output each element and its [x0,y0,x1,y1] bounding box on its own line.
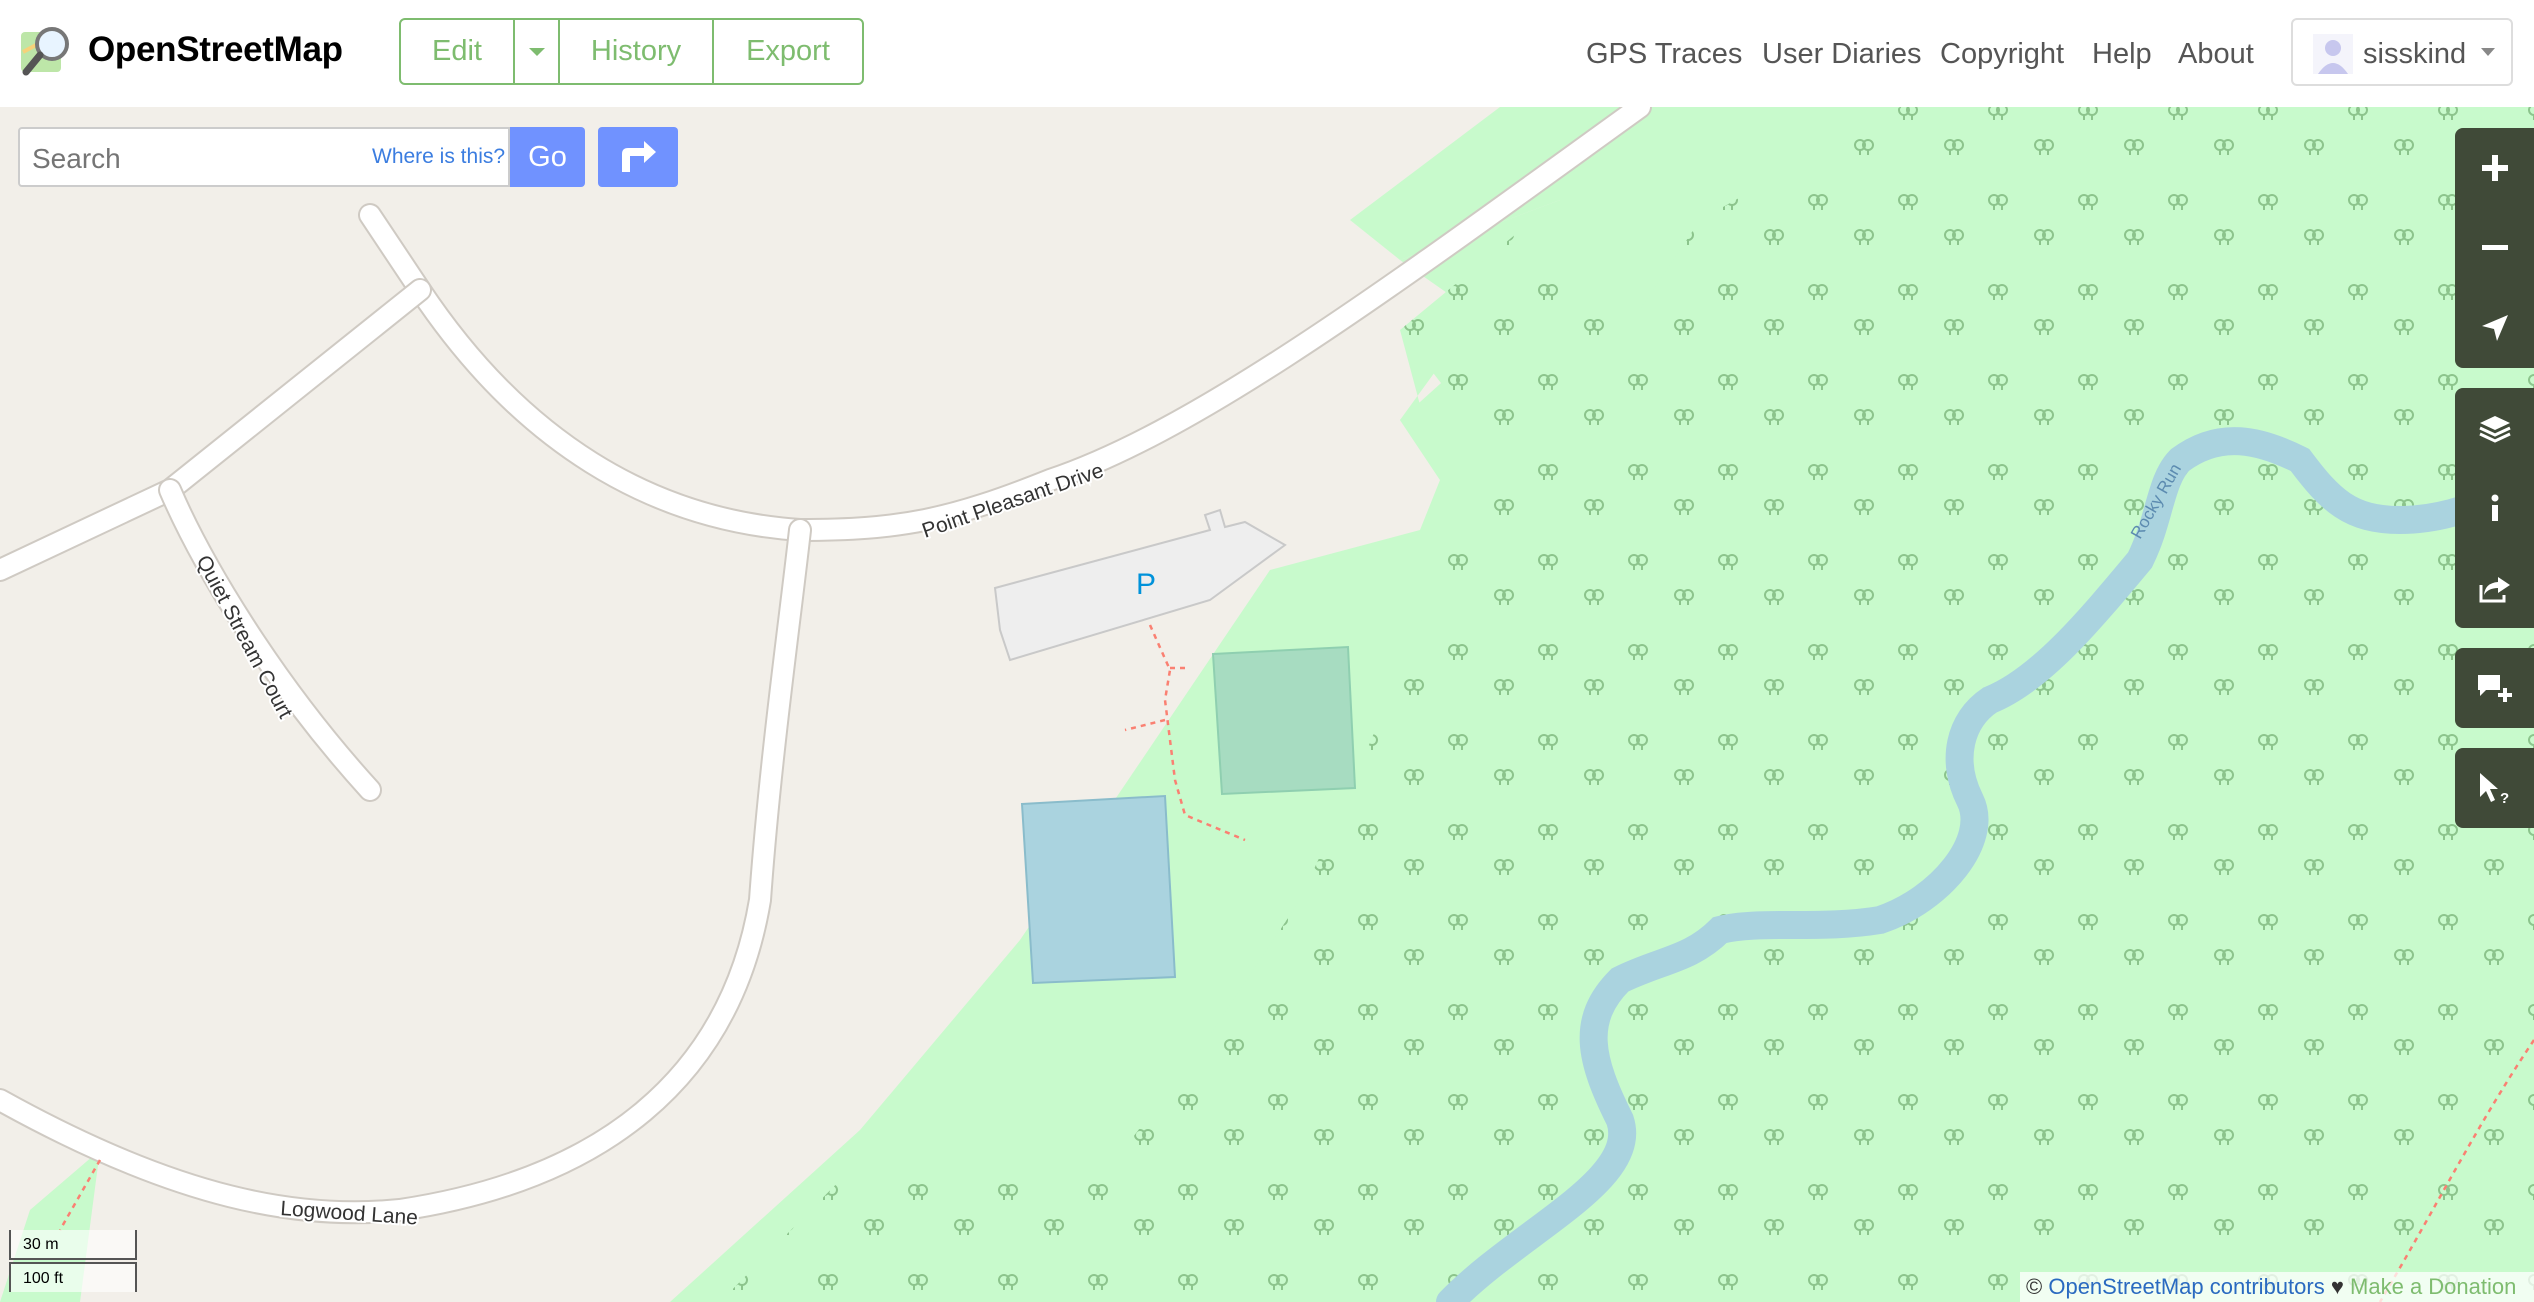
map-key-button[interactable] [2455,468,2534,548]
parking-label: P [1136,568,1156,601]
user-menu-button[interactable]: sisskind [2291,18,2513,86]
svg-text:?: ? [2500,790,2509,805]
copyright-symbol: © [2026,1274,2043,1299]
pool-area [1020,794,1177,985]
scale-metric: 30 m [9,1230,137,1260]
history-button[interactable]: History [560,20,714,83]
openstreetmap-logo-icon[interactable] [18,22,76,80]
header: OpenStreetMap Edit History Export GPS Tr… [0,0,2534,107]
heart-icon: ♥ [2330,1274,2344,1299]
go-button[interactable]: Go [510,127,585,187]
plus-icon [2482,155,2508,181]
add-note-icon [2478,675,2512,702]
locate-button[interactable] [2455,288,2534,368]
pitch-area [1211,645,1357,796]
minus-icon [2482,245,2508,250]
nav-gps-traces[interactable]: GPS Traces [1586,38,1742,71]
brand-name[interactable]: OpenStreetMap [88,30,343,70]
export-button[interactable]: Export [714,20,862,83]
where-is-this-link[interactable]: Where is this? [372,145,505,169]
map-tiles[interactable]: P Point Pleasant Drive Quiet Stream Cour… [0,107,2534,1302]
query-features-button[interactable]: ? [2455,748,2534,828]
query-control: ? [2455,748,2534,828]
caret-down-icon [2481,48,2495,56]
add-note-button[interactable] [2455,648,2534,728]
edit-button-group: Edit History Export [399,18,864,85]
edit-button[interactable]: Edit [401,20,515,83]
nav-about[interactable]: About [2178,38,2254,71]
chevron-down-icon [528,47,545,56]
zoom-out-button[interactable] [2455,208,2534,288]
avatar-icon [2313,34,2353,74]
attribution: © OpenStreetMap contributors ♥ Make a Do… [2020,1272,2534,1302]
layers-icon [2479,416,2511,443]
location-arrow-icon [2482,315,2508,341]
share-button[interactable] [2455,548,2534,628]
nav-copyright[interactable]: Copyright [1940,38,2064,71]
layers-button[interactable] [2455,388,2534,468]
share-icon [2479,577,2510,603]
note-control [2455,648,2534,728]
search-box: Where is this? [18,127,510,187]
query-features-icon: ? [2480,773,2509,805]
zoom-controls [2455,128,2534,368]
osm-contributors-link[interactable]: OpenStreetMap contributors [2048,1274,2324,1299]
map-canvas[interactable]: P Point Pleasant Drive Quiet Stream Cour… [0,107,2534,1302]
donate-link[interactable]: Make a Donation [2350,1274,2516,1299]
edit-dropdown-button[interactable] [515,20,560,83]
zoom-in-button[interactable] [2455,128,2534,208]
scale-imperial: 100 ft [9,1262,137,1292]
map-panel-controls [2455,388,2534,628]
info-icon [2491,494,2499,521]
directions-button[interactable] [598,127,678,187]
user-name: sisskind [2363,38,2467,70]
directions-icon [622,141,656,172]
nav-help[interactable]: Help [2092,38,2152,71]
search-input[interactable] [30,139,374,179]
nav-user-diaries[interactable]: User Diaries [1762,38,1922,71]
